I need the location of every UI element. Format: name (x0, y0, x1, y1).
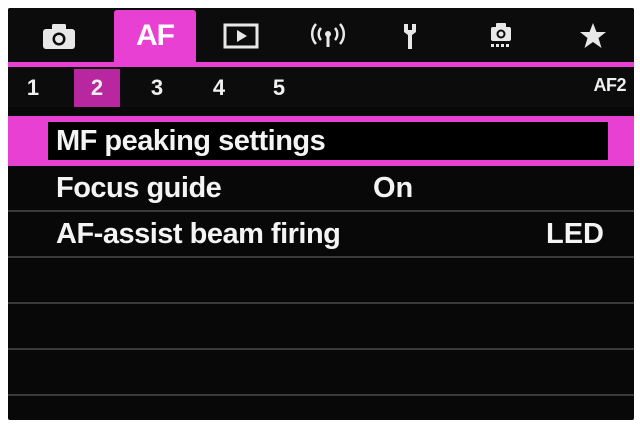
tab-af-label: AF (136, 19, 175, 52)
page-code: AF2 (593, 75, 626, 95)
menu-item-focus-guide[interactable]: Focus guide On (8, 166, 634, 212)
tab-custom-functions[interactable] (476, 10, 526, 62)
subtab-4[interactable]: 4 (196, 69, 242, 107)
camera-icon (43, 24, 75, 49)
menu-item-value: LED (546, 218, 604, 250)
tab-wireless[interactable] (306, 10, 350, 62)
menu-list: MF peaking settings Focus guide On AF-as… (8, 116, 634, 396)
subtab-3[interactable]: 3 (134, 69, 180, 107)
wrench-icon (404, 24, 416, 49)
menu-tab-bar: AF (8, 8, 634, 62)
empty-row (8, 304, 634, 350)
menu-item-label: Focus guide (56, 172, 222, 204)
subtab-5[interactable]: 5 (256, 69, 302, 107)
camera-menu-screen: AF 1 2 3 4 5 AF2 MF peaking settings Foc… (8, 8, 634, 420)
empty-row (8, 258, 634, 304)
star-icon (580, 23, 606, 48)
subtab-1[interactable]: 1 (10, 69, 56, 107)
tab-playback[interactable] (216, 10, 266, 62)
playback-icon (223, 23, 259, 49)
tab-my-menu[interactable] (570, 10, 616, 62)
empty-row (8, 350, 634, 396)
tab-af[interactable]: AF (114, 10, 196, 62)
menu-item-mf-peaking[interactable]: MF peaking settings (8, 116, 634, 166)
tab-setup[interactable] (392, 10, 436, 62)
menu-item-label: MF peaking settings (56, 125, 326, 157)
menu-item-label: AF-assist beam firing (56, 218, 341, 250)
custom-camera-icon (491, 23, 511, 47)
menu-item-af-assist-beam[interactable]: AF-assist beam firing LED (8, 212, 634, 258)
wireless-icon (311, 23, 345, 47)
sub-tab-bar: 1 2 3 4 5 AF2 (8, 67, 634, 107)
tab-shooting[interactable] (36, 10, 82, 62)
subtab-2[interactable]: 2 (74, 69, 120, 107)
menu-item-value: On (373, 172, 414, 204)
